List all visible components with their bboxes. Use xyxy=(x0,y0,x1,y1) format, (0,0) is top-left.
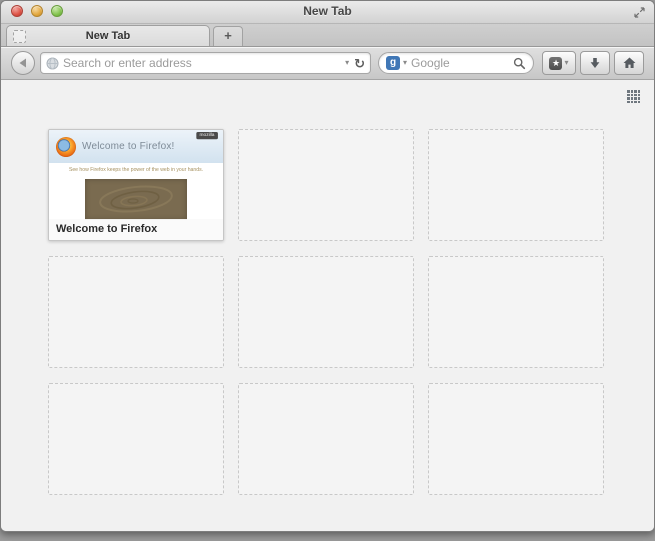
globe-icon xyxy=(46,57,59,69)
fullscreen-icon[interactable] xyxy=(634,7,645,18)
tab-bar: New Tab + xyxy=(1,24,654,47)
navigation-toolbar: ▾ ↻ g ▾ ★ ▾ xyxy=(1,47,654,80)
window-controls xyxy=(11,5,63,17)
back-arrow-icon xyxy=(19,58,26,68)
download-icon xyxy=(590,58,600,68)
new-tab-button[interactable]: + xyxy=(213,26,243,46)
minimize-button[interactable] xyxy=(31,5,43,17)
empty-tile xyxy=(48,256,224,368)
url-bar[interactable]: ▾ ↻ xyxy=(40,52,371,74)
empty-tile xyxy=(238,129,414,241)
thumbnail-tagline: See how Firefox keeps the power of the w… xyxy=(68,167,204,173)
downloads-button[interactable] xyxy=(580,51,610,75)
url-dropdown-icon[interactable]: ▾ xyxy=(345,59,349,67)
zoom-button[interactable] xyxy=(51,5,63,17)
tab-new-tab[interactable]: New Tab xyxy=(6,25,210,46)
mozilla-badge: mozilla xyxy=(196,132,218,140)
home-icon xyxy=(623,57,635,68)
empty-tile xyxy=(428,256,604,368)
search-bar[interactable]: g ▾ xyxy=(378,52,534,74)
reload-icon[interactable]: ↻ xyxy=(354,57,365,70)
empty-tile xyxy=(428,129,604,241)
empty-tile xyxy=(428,383,604,495)
title-bar[interactable]: New Tab xyxy=(1,1,654,24)
tile-grid: Welcome to Firefox! mozilla See how Fire… xyxy=(48,129,604,495)
grid-toggle-icon[interactable] xyxy=(627,90,640,103)
google-engine-icon[interactable]: g xyxy=(386,56,400,70)
bookmarks-button[interactable]: ★ ▾ xyxy=(542,51,576,75)
video-thumbnail xyxy=(85,179,187,220)
bookmarks-dropdown-icon: ▾ xyxy=(564,58,569,67)
star-icon: ★ xyxy=(549,56,563,70)
tile-title: Welcome to Firefox xyxy=(49,219,223,240)
thumbnail-heading: Welcome to Firefox! xyxy=(82,141,175,152)
tab-label: New Tab xyxy=(85,30,131,42)
empty-tile xyxy=(238,256,414,368)
back-button[interactable] xyxy=(11,51,35,75)
firefox-logo-icon xyxy=(56,136,76,157)
welcome-tile[interactable]: Welcome to Firefox! mozilla See how Fire… xyxy=(48,129,224,241)
window-title: New Tab xyxy=(303,4,352,18)
sand-swirl-image xyxy=(99,185,173,213)
new-tab-page: Welcome to Firefox! mozilla See how Fire… xyxy=(1,80,654,531)
plus-icon: + xyxy=(224,28,232,43)
home-button[interactable] xyxy=(614,51,644,75)
close-button[interactable] xyxy=(11,5,23,17)
browser-window: New Tab New Tab + ▾ ↻ xyxy=(0,0,655,532)
empty-tile xyxy=(238,383,414,495)
search-icon[interactable] xyxy=(513,57,526,70)
empty-tile xyxy=(48,383,224,495)
url-input[interactable] xyxy=(59,56,346,70)
search-input[interactable] xyxy=(407,56,513,70)
